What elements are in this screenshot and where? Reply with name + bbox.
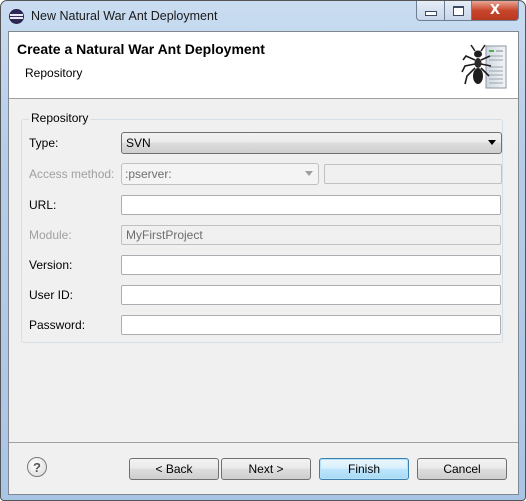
password-input[interactable] <box>121 315 501 335</box>
url-input[interactable] <box>121 195 501 215</box>
dialog-window: New Natural War Ant Deployment X Create … <box>0 0 526 501</box>
password-label: Password: <box>29 318 86 332</box>
type-select-value: SVN <box>126 136 151 150</box>
url-label: URL: <box>29 198 57 212</box>
next-button[interactable]: Next > <box>221 458 311 480</box>
maximize-button[interactable] <box>445 1 472 21</box>
module-label: Module: <box>29 228 72 242</box>
access-method-label: Access method: <box>29 167 115 181</box>
type-label: Type: <box>29 136 59 150</box>
eclipse-app-icon <box>9 9 24 24</box>
footer-separator <box>9 442 518 443</box>
close-icon: X <box>489 3 501 18</box>
user-id-input[interactable] <box>121 285 501 305</box>
access-method-extra-field[interactable] <box>324 164 502 184</box>
minimize-button[interactable] <box>416 1 445 21</box>
help-button[interactable]: ? <box>27 457 47 477</box>
user-id-label: User ID: <box>29 288 74 302</box>
access-method-value: :pserver: <box>125 167 172 181</box>
title-bar[interactable]: New Natural War Ant Deployment X <box>1 1 525 31</box>
repository-group-label: Repository <box>29 111 91 125</box>
type-select[interactable]: SVN <box>121 132 502 154</box>
chevron-down-icon <box>305 171 313 176</box>
dialog-client-area: Create a Natural War Ant Deployment Repo… <box>8 31 519 495</box>
chevron-down-icon <box>488 140 496 145</box>
wizard-header: Create a Natural War Ant Deployment Repo… <box>9 32 518 99</box>
window-controls: X <box>416 1 519 21</box>
finish-button[interactable]: Finish <box>319 458 409 480</box>
close-button[interactable]: X <box>472 1 519 21</box>
wizard-subtitle: Repository <box>25 66 83 80</box>
cancel-button[interactable]: Cancel <box>417 458 507 480</box>
maximize-icon <box>452 5 464 16</box>
module-input[interactable]: MyFirstProject <box>121 225 501 245</box>
back-button[interactable]: < Back <box>129 458 219 480</box>
wizard-title: Create a Natural War Ant Deployment <box>17 41 265 57</box>
version-label: Version: <box>29 258 73 272</box>
version-input[interactable] <box>121 255 501 275</box>
minimize-icon <box>424 11 437 16</box>
window-title: New Natural War Ant Deployment <box>31 9 218 23</box>
help-icon: ? <box>33 459 41 475</box>
access-method-select[interactable]: :pserver: <box>121 163 319 185</box>
ant-server-banner-icon <box>461 44 507 89</box>
